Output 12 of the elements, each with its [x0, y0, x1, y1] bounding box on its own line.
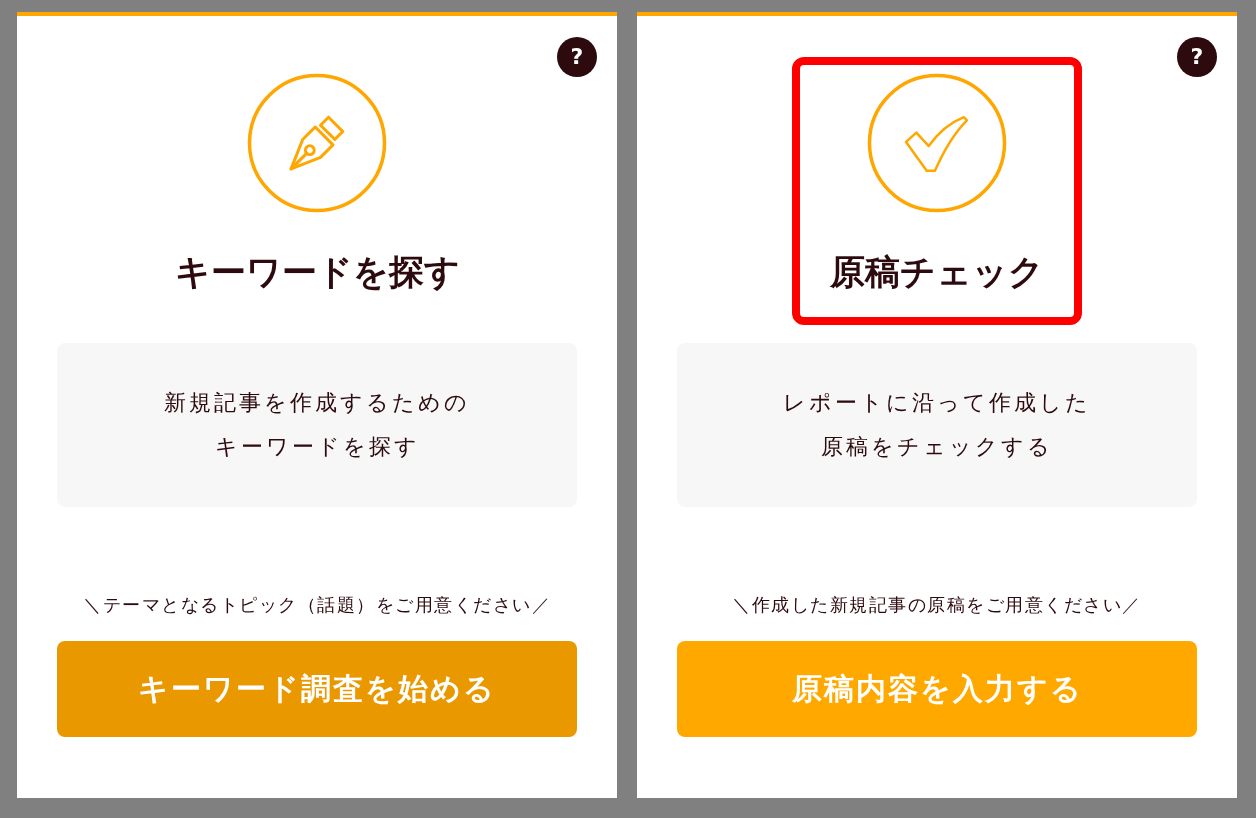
description-line: 原稿をチェックする: [821, 433, 1053, 461]
help-button[interactable]: ?: [1177, 37, 1217, 77]
check-icon: [866, 72, 1008, 214]
description-line: キーワードを探す: [214, 433, 420, 461]
description-line: 新規記事を作成するための: [164, 389, 470, 417]
card-title: キーワードを探す: [174, 251, 460, 294]
pen-nib-icon: [246, 72, 388, 214]
hint-text: ＼テーマとなるトピック（話題）をご用意ください／: [83, 593, 551, 617]
help-button[interactable]: ?: [557, 37, 597, 77]
description-line: レポートに沿って作成した: [783, 389, 1091, 417]
hint-text: ＼作成した新規記事の原稿をご用意ください／: [732, 593, 1142, 617]
card-title: 原稿チェック: [830, 251, 1044, 294]
